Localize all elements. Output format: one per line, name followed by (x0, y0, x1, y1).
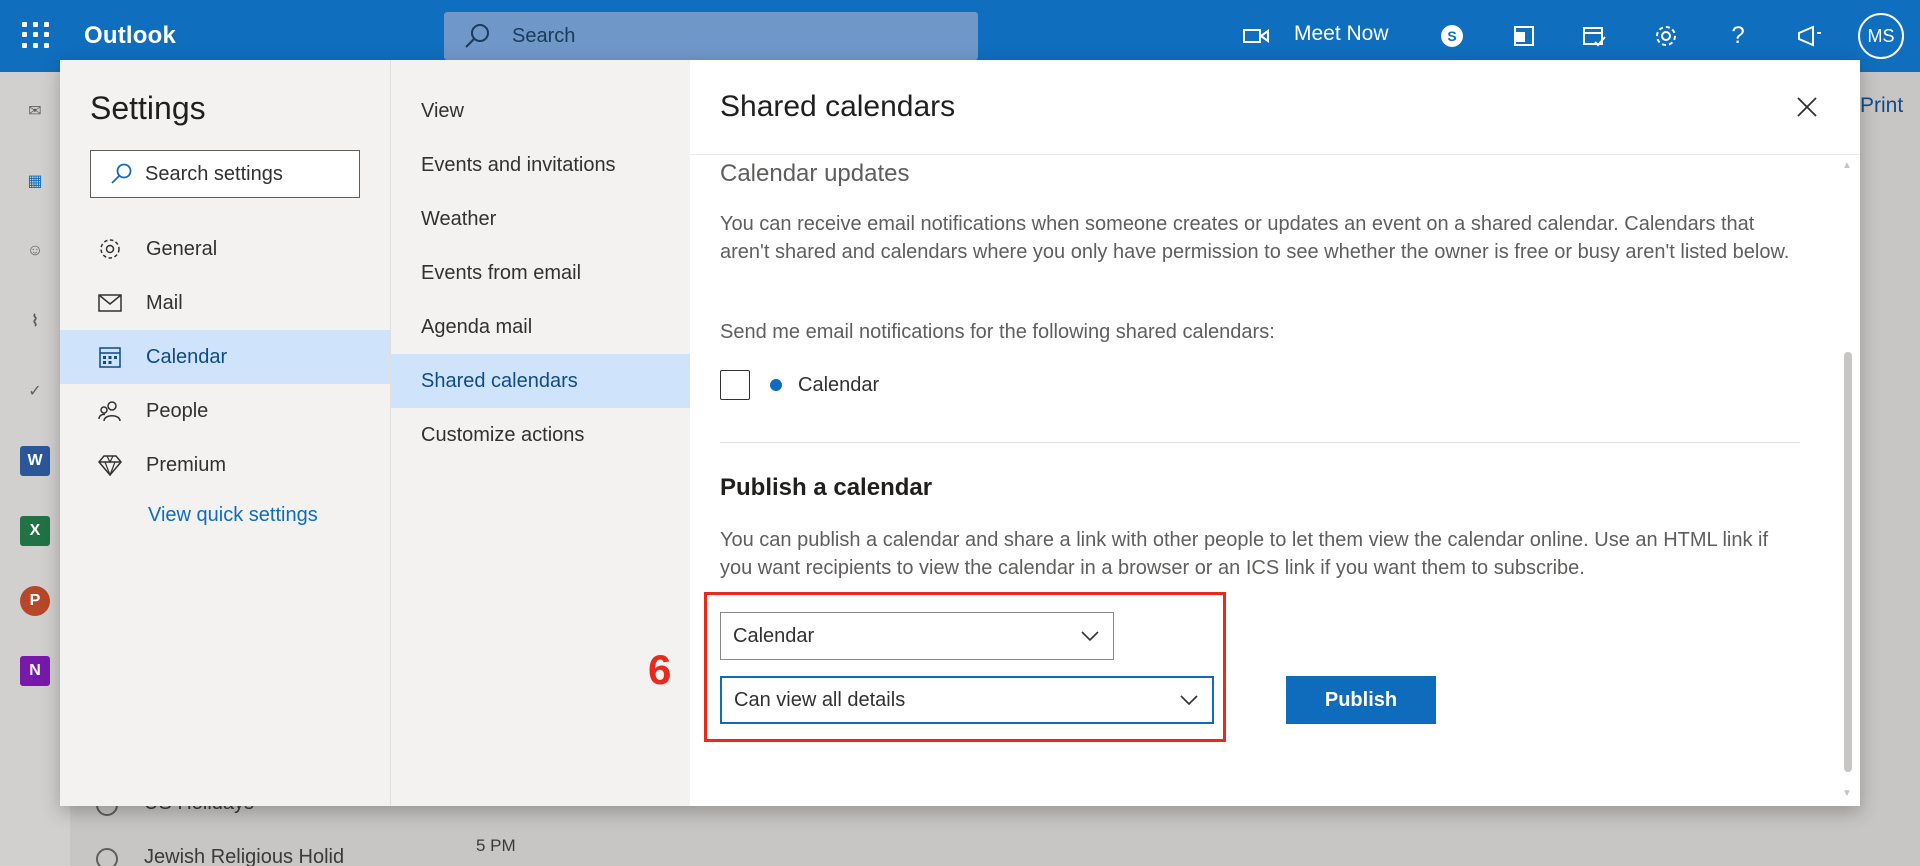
global-search-box[interactable]: Search (444, 12, 978, 60)
powerpoint-icon[interactable]: P (20, 586, 50, 616)
settings-search-input[interactable] (145, 162, 345, 186)
excel-icon[interactable]: X (20, 516, 50, 546)
people-icon (96, 397, 124, 425)
subnav-item-view[interactable]: View (391, 84, 691, 138)
annotation-highlight-box (704, 592, 1226, 742)
calendar-subnav-list: View Events and invitations Weather Even… (391, 84, 691, 462)
mail-icon (96, 289, 124, 317)
search-icon (111, 163, 132, 184)
close-icon[interactable] (1794, 94, 1820, 120)
app-name[interactable]: Outlook (84, 22, 176, 50)
subnav-item-events-and-invitations[interactable]: Events and invitations (391, 138, 691, 192)
calendar-list-item: Jewish Religious Holid (144, 846, 345, 866)
nav-item-people[interactable]: People (60, 384, 390, 438)
calendar-color-dot (770, 379, 782, 391)
shared-calendar-option: Calendar (720, 370, 879, 400)
feedback-icon[interactable] (1794, 20, 1826, 52)
gear-icon (96, 235, 124, 263)
publish-heading: Publish a calendar (720, 474, 933, 501)
attachment-icon[interactable]: ⌇ (20, 306, 50, 336)
search-icon (465, 24, 489, 48)
scroll-down-icon[interactable]: ▼ (1842, 788, 1852, 799)
word-icon[interactable]: W (20, 446, 50, 476)
nav-item-premium[interactable]: Premium (60, 438, 390, 492)
diamond-icon (96, 451, 124, 479)
calendar-icon[interactable]: ▦ (20, 166, 50, 196)
subnav-item-agenda-mail[interactable]: Agenda mail (391, 300, 691, 354)
app-launcher-icon[interactable] (20, 20, 50, 50)
subnav-item-shared-calendars[interactable]: Shared calendars (391, 354, 691, 408)
nav-item-label: People (146, 399, 209, 422)
help-icon[interactable]: ? (1722, 20, 1754, 52)
time-label: 5 PM (476, 836, 516, 855)
settings-search-box[interactable] (90, 150, 360, 198)
settings-categories: General Mail Calendar People Premium (60, 222, 390, 492)
settings-title: Settings (90, 90, 206, 126)
office-icon[interactable] (1508, 20, 1540, 52)
settings-icon[interactable] (1650, 20, 1682, 52)
calendar-notification-checkbox[interactable] (720, 370, 750, 400)
view-quick-settings-link[interactable]: View quick settings (148, 504, 318, 527)
subnav-item-events-from-email[interactable]: Events from email (391, 246, 691, 300)
todo-icon[interactable]: ✓ (20, 376, 50, 406)
video-icon[interactable] (1240, 20, 1272, 52)
nav-item-label: General (146, 237, 218, 260)
subnav-item-customize-actions[interactable]: Customize actions (391, 408, 691, 462)
print-button[interactable]: Print (1860, 94, 1903, 118)
meet-now-button[interactable]: Meet Now (1294, 22, 1389, 46)
notifications-prompt: Send me email notifications for the foll… (720, 321, 1275, 343)
calendar-updates-heading: Calendar updates (720, 160, 910, 187)
skype-icon[interactable]: S (1436, 20, 1468, 52)
onenote-icon[interactable]: N (20, 656, 50, 686)
mail-icon[interactable]: ✉ (20, 96, 50, 126)
calendar-subnav: View Events and invitations Weather Even… (390, 60, 691, 806)
people-icon[interactable]: ☺ (20, 236, 50, 266)
my-day-icon[interactable] (1578, 20, 1610, 52)
annotation-step-number: 6 (648, 646, 672, 693)
settings-dialog: Settings General Mail (60, 60, 1860, 806)
scrollbar-thumb[interactable] (1844, 352, 1852, 772)
calendar-option-label: Calendar (798, 373, 880, 396)
calendar-toggle-circle[interactable] (96, 848, 118, 866)
subnav-item-weather[interactable]: Weather (391, 192, 691, 246)
pane-divider (690, 154, 1860, 155)
settings-content-pane: Shared calendars Calendar updates You ca… (648, 60, 1860, 806)
section-divider (720, 442, 1800, 443)
nav-item-label: Calendar (146, 345, 228, 368)
svg-text:S: S (1447, 28, 1456, 44)
calendar-updates-description: You can receive email notifications when… (720, 213, 1790, 263)
settings-category-nav: Settings General Mail (60, 60, 390, 806)
nav-item-general[interactable]: General (60, 222, 390, 276)
calendar-icon (96, 343, 124, 371)
avatar[interactable]: MS (1858, 13, 1904, 59)
global-search-placeholder: Search (512, 24, 576, 47)
publish-button[interactable]: Publish (1286, 676, 1436, 724)
nav-item-label: Mail (146, 291, 183, 314)
pane-title: Shared calendars (720, 90, 956, 123)
nav-item-label: Premium (146, 453, 227, 476)
publish-description: You can publish a calendar and share a l… (720, 529, 1769, 579)
scroll-up-icon[interactable]: ▲ (1842, 160, 1852, 171)
nav-item-mail[interactable]: Mail (60, 276, 390, 330)
nav-item-calendar[interactable]: Calendar (60, 330, 390, 384)
